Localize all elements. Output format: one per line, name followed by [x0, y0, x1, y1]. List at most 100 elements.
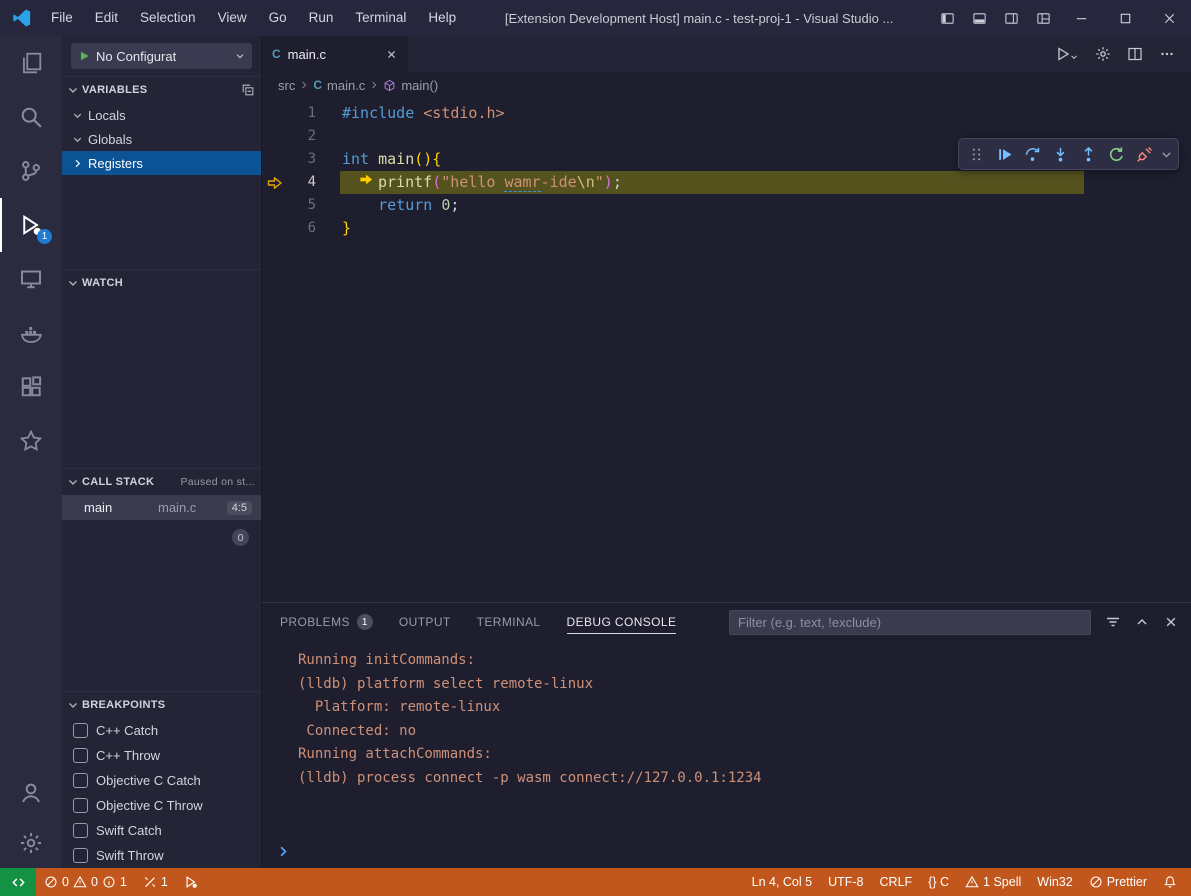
- menu-edit[interactable]: Edit: [84, 0, 129, 36]
- variables-row-locals[interactable]: Locals: [62, 103, 261, 127]
- menu-file[interactable]: File: [40, 0, 84, 36]
- console-input[interactable]: [276, 844, 291, 863]
- minimize-button[interactable]: [1059, 0, 1103, 36]
- breakpoint-row-objective-c-catch[interactable]: Objective C Catch: [62, 768, 261, 793]
- activity-wamr-ide[interactable]: [0, 414, 62, 468]
- more-actions-button[interactable]: [1159, 46, 1175, 62]
- gutter-glyph[interactable]: [262, 194, 288, 217]
- console-filter-input[interactable]: [729, 610, 1091, 635]
- activity-run-and-debug[interactable]: 1: [0, 198, 62, 252]
- panel-tab-terminal[interactable]: TERMINAL: [477, 603, 541, 641]
- status-formatter[interactable]: Prettier: [1081, 868, 1155, 896]
- customize-layout-button[interactable]: [1027, 0, 1059, 36]
- status-eol[interactable]: CRLF: [872, 868, 921, 896]
- activity-manage[interactable]: [0, 818, 62, 868]
- menu-go[interactable]: Go: [258, 0, 298, 36]
- code-text[interactable]: }: [316, 217, 351, 240]
- code-text[interactable]: printf("hello wamr-ide\n");: [316, 171, 622, 194]
- step-over-button[interactable]: [1019, 141, 1045, 167]
- start-debugging-icon[interactable]: [77, 49, 91, 63]
- step-into-button[interactable]: [1047, 141, 1073, 167]
- output-filter-icon[interactable]: [1105, 614, 1121, 630]
- status-ports[interactable]: 1: [135, 868, 176, 896]
- breakpoint-row-swift-throw[interactable]: Swift Throw: [62, 843, 261, 868]
- close-tab-icon[interactable]: [385, 48, 398, 61]
- breakpoint-checkbox[interactable]: [73, 823, 88, 838]
- continue-button[interactable]: [991, 141, 1017, 167]
- run-or-debug-button[interactable]: [1055, 46, 1079, 62]
- status-platform[interactable]: Win32: [1029, 868, 1080, 896]
- gutter-glyph[interactable]: [262, 102, 288, 125]
- activity-accounts[interactable]: [0, 768, 62, 818]
- toggle-secondary-sidebar-button[interactable]: [995, 0, 1027, 36]
- menu-selection[interactable]: Selection: [129, 0, 207, 36]
- gutter-glyph[interactable]: [262, 125, 288, 148]
- debug-console[interactable]: Running initCommands:(lldb) platform sel…: [262, 641, 1191, 868]
- panel-tab-debug-console[interactable]: DEBUG CONSOLE: [567, 603, 677, 641]
- activity-search[interactable]: [0, 90, 62, 144]
- gutter-glyph[interactable]: [262, 171, 288, 194]
- maximize-panel-icon[interactable]: [1134, 614, 1150, 630]
- gutter-glyph[interactable]: [262, 148, 288, 171]
- gutter-glyph[interactable]: [262, 217, 288, 240]
- code-text[interactable]: [316, 125, 342, 148]
- breakpoints-section-header[interactable]: BREAKPOINTS: [62, 692, 261, 718]
- menu-run[interactable]: Run: [298, 0, 345, 36]
- close-button[interactable]: [1147, 0, 1191, 36]
- activity-extensions[interactable]: [0, 360, 62, 414]
- collapse-all-icon[interactable]: [241, 83, 255, 97]
- code-text[interactable]: int main(){: [316, 148, 441, 171]
- watch-section-header[interactable]: WATCH: [62, 270, 261, 296]
- breadcrumb-main[interactable]: main(): [383, 78, 438, 93]
- breakpoint-row-c-throw[interactable]: C++ Throw: [62, 743, 261, 768]
- menu-help[interactable]: Help: [417, 0, 467, 36]
- remote-indicator[interactable]: [0, 868, 36, 896]
- breadcrumb-src[interactable]: src: [278, 78, 295, 93]
- menu-view[interactable]: View: [207, 0, 258, 36]
- activity-docker[interactable]: [0, 306, 62, 360]
- breakpoint-row-swift-catch[interactable]: Swift Catch: [62, 818, 261, 843]
- breakpoint-row-objective-c-throw[interactable]: Objective C Throw: [62, 793, 261, 818]
- variables-row-globals[interactable]: Globals: [62, 127, 261, 151]
- configure-button[interactable]: [1095, 46, 1111, 62]
- tab-main-c[interactable]: C main.c: [262, 36, 408, 72]
- breakpoint-checkbox[interactable]: [73, 748, 88, 763]
- launch-configuration-dropdown[interactable]: No Configurat: [71, 43, 252, 69]
- maximize-button[interactable]: [1103, 0, 1147, 36]
- activity-source-control[interactable]: [0, 144, 62, 198]
- breakpoint-checkbox[interactable]: [73, 773, 88, 788]
- status-spell[interactable]: 1 Spell: [957, 868, 1029, 896]
- status-problems[interactable]: 001: [36, 868, 135, 896]
- variables-section-header[interactable]: VARIABLES: [62, 77, 261, 103]
- menu-terminal[interactable]: Terminal: [344, 0, 417, 36]
- drag-button[interactable]: [963, 141, 989, 167]
- breakpoint-checkbox[interactable]: [73, 798, 88, 813]
- code-text[interactable]: return 0;: [316, 194, 459, 217]
- breadcrumb-main-c[interactable]: Cmain.c: [313, 78, 365, 93]
- status-cursor-position[interactable]: Ln 4, Col 5: [744, 868, 820, 896]
- code-text[interactable]: #include <stdio.h>: [316, 102, 505, 125]
- status-encoding[interactable]: UTF-8: [820, 868, 871, 896]
- status-debug-status[interactable]: [176, 868, 206, 896]
- split-editor-button[interactable]: [1127, 46, 1143, 62]
- status-notifications[interactable]: [1155, 868, 1185, 896]
- close-panel-icon[interactable]: [1163, 614, 1179, 630]
- debug-session-dropdown-button[interactable]: [1159, 141, 1174, 167]
- step-out-button[interactable]: [1075, 141, 1101, 167]
- callstack-frame[interactable]: mainmain.c4:5: [62, 495, 261, 520]
- callstack-section-header[interactable]: CALL STACK Paused on st...: [62, 469, 261, 495]
- toggle-panel-button[interactable]: [963, 0, 995, 36]
- breakpoint-checkbox[interactable]: [73, 723, 88, 738]
- restart-button[interactable]: [1103, 141, 1129, 167]
- activity-explorer[interactable]: [0, 36, 62, 90]
- code-editor[interactable]: 1#include <stdio.h>23int main(){4printf(…: [262, 98, 1191, 602]
- variables-row-registers[interactable]: Registers: [62, 151, 261, 175]
- panel-tab-output[interactable]: OUTPUT: [399, 603, 451, 641]
- breakpoint-checkbox[interactable]: [73, 848, 88, 863]
- panel-tab-problems[interactable]: PROBLEMS1: [280, 603, 373, 641]
- activity-remote-explorer[interactable]: [0, 252, 62, 306]
- breakpoint-row-c-catch[interactable]: C++ Catch: [62, 718, 261, 743]
- status-language-mode[interactable]: {} C: [920, 868, 957, 896]
- toggle-primary-sidebar-button[interactable]: [931, 0, 963, 36]
- disconnect-button[interactable]: [1131, 141, 1157, 167]
